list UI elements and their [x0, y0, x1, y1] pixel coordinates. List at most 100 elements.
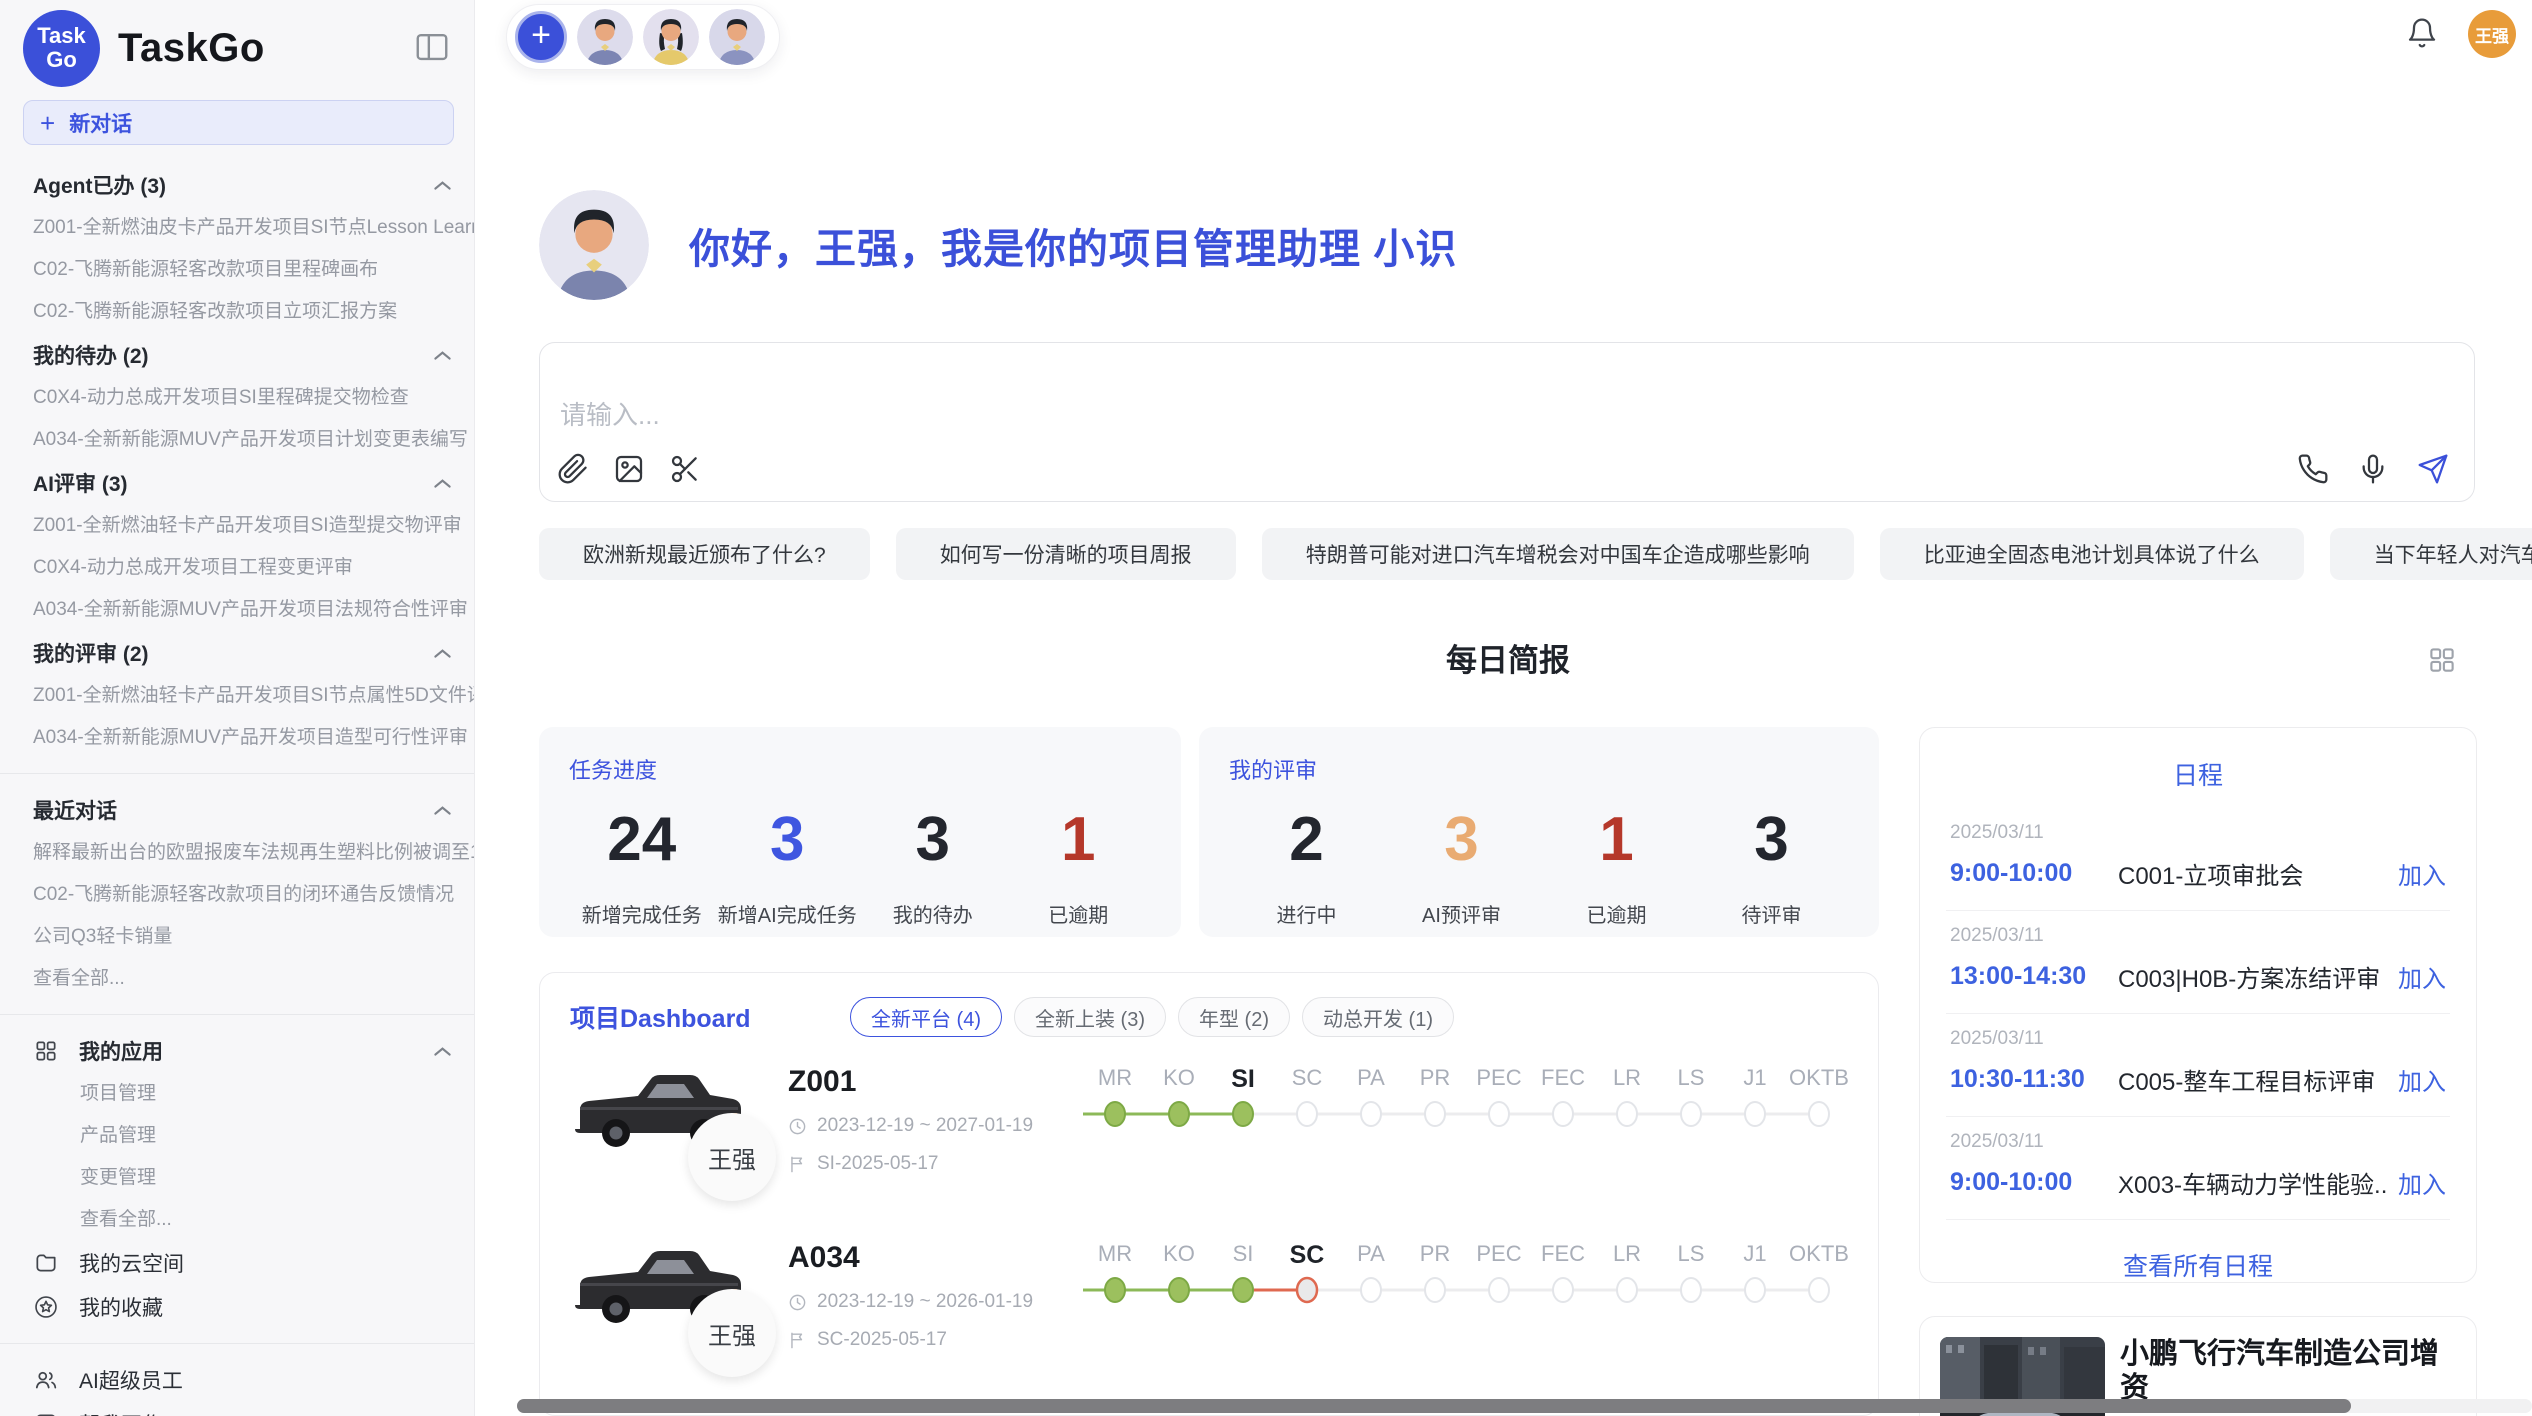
sidebar-item[interactable]: Z001-全新燃油轻卡产品开发项目SI造型提交物评审 — [0, 505, 474, 547]
sidebar-item[interactable]: 项目管理 — [0, 1073, 474, 1115]
sidebar-collapse-button[interactable] — [410, 26, 454, 70]
insert-image-button[interactable] — [612, 453, 646, 487]
project-media: 王强 — [570, 1063, 788, 1213]
sidebar-item[interactable]: 查看全部... — [0, 958, 474, 1000]
microphone-button[interactable] — [2356, 453, 2390, 487]
sidebar-item[interactable]: C02-飞腾新能源轻客改款项目立项汇报方案 — [0, 291, 474, 333]
sidebar-item[interactable]: A034-全新新能源MUV产品开发项目计划变更表编写 — [0, 419, 474, 461]
dashboard-filter-pill[interactable]: 全新平台 (4) — [850, 997, 1002, 1037]
message-input[interactable] — [558, 399, 2162, 432]
sidebar-item[interactable]: 查看全部... — [0, 1199, 474, 1241]
mic-icon — [2357, 453, 2389, 485]
milestone-label: PEC — [1467, 1065, 1531, 1094]
suggestion-chip[interactable]: 特朗普可能对进口汽车增税会对中国车企造成哪些影响 — [1262, 528, 1854, 580]
sidebar-item[interactable]: C02-飞腾新能源轻客改款项目里程碑画布 — [0, 249, 474, 291]
chevron-up-icon — [433, 804, 452, 816]
milestone-label: PA — [1339, 1065, 1403, 1094]
schedule-row: 10:30-11:30C005-整车工程目标评审加入 — [1950, 1062, 2446, 1097]
dashboard-filter-pill[interactable]: 年型 (2) — [1178, 997, 1290, 1037]
sidebar-section-header[interactable]: 我的待办 (2) — [0, 333, 474, 377]
milestone-label: LS — [1659, 1241, 1723, 1270]
send-button[interactable] — [2416, 453, 2450, 487]
sidebar-item[interactable]: 产品管理 — [0, 1115, 474, 1157]
brief-layout-button[interactable] — [2425, 644, 2459, 678]
clock-icon — [788, 1117, 807, 1136]
attach-file-button[interactable] — [556, 453, 590, 487]
scrollbar-thumb[interactable] — [517, 1399, 2351, 1413]
milestone-label: KO — [1147, 1241, 1211, 1270]
sidebar-link-cloud[interactable]: 我的云空间 — [0, 1241, 474, 1285]
schedule-divider — [1946, 1219, 2450, 1220]
sidebar-item[interactable]: A034-全新新能源MUV产品开发项目造型可行性评审 — [0, 717, 474, 759]
sidebar-item[interactable]: 公司Q3轻卡销量 — [0, 916, 474, 958]
sidebar-section-header[interactable]: 我的评审 (2) — [0, 631, 474, 675]
suggestion-chip[interactable]: 当下年轻人对汽车外观有怎样的喜好趋势 — [2330, 528, 2532, 580]
stat-value: 2 — [1229, 805, 1384, 875]
view-all-schedule-link[interactable]: 查看所有日程 — [2117, 1246, 2279, 1284]
stat-value: 3 — [860, 805, 1006, 875]
sidebar-link-label: 我的收藏 — [79, 1292, 163, 1322]
schedule-event-name: C005-整车工程目标评审 — [2118, 1062, 2386, 1097]
milestone-label: J1 — [1723, 1241, 1787, 1270]
sidebar-item[interactable]: Z001-全新燃油轻卡产品开发项目SI节点属性5D文件评审 — [0, 675, 474, 717]
flag-icon — [788, 1155, 807, 1174]
milestone-label: SC — [1275, 1065, 1339, 1094]
dashboard-filter-pill[interactable]: 动总开发 (1) — [1302, 997, 1454, 1037]
sidebar-tool-people[interactable]: AI超级员工 — [0, 1358, 474, 1402]
sidebar-item[interactable]: 变更管理 — [0, 1157, 474, 1199]
sidebar-scroll-area: Agent已办 (3) Z001-全新燃油皮卡产品开发项目SI节点Lesson L… — [0, 155, 474, 1416]
schedule-date: 2025/03/11 — [1950, 925, 2446, 947]
composer-left-tools — [556, 453, 702, 487]
suggestion-chip[interactable]: 比亚迪全固态电池计划具体说了什么 — [1880, 528, 2304, 580]
suggestion-chip[interactable]: 如何写一份清晰的项目周报 — [896, 528, 1236, 580]
sidebar-link-star[interactable]: 我的收藏 — [0, 1285, 474, 1329]
sidebar-section-header[interactable]: Agent已办 (3) — [0, 163, 474, 207]
stat-label: 新增完成任务 — [569, 899, 715, 928]
sidebar-item[interactable]: C0X4-动力总成开发项目工程变更评审 — [0, 547, 474, 589]
sidebar-tool-write[interactable]: 帮我写作 — [0, 1402, 474, 1416]
chevron-up-icon — [433, 349, 452, 361]
sidebar-section-header[interactable]: 我的应用 — [0, 1029, 474, 1073]
sidebar-section-header[interactable]: 最近对话 — [0, 788, 474, 832]
content: 你好，王强，我是你的项目管理助理 小识 — [539, 0, 2477, 1416]
person-illustration — [539, 190, 649, 300]
dashboard-filter-pill[interactable]: 全新上装 (3) — [1014, 997, 1166, 1037]
schedule-item: 2025/03/1113:00-14:30C003|H0B-方案冻结评审加入 — [1920, 911, 2476, 999]
sidebar-section-title: Agent已办 (3) — [33, 170, 433, 200]
suggestion-chip[interactable]: 欧洲新规最近颁布了什么? — [539, 528, 870, 580]
join-meeting-link[interactable]: 加入 — [2398, 959, 2446, 994]
join-meeting-link[interactable]: 加入 — [2398, 1165, 2446, 1200]
schedule-item: 2025/03/119:00-10:00X003-车辆动力学性能验...加入 — [1920, 1117, 2476, 1205]
screenshot-button[interactable] — [668, 453, 702, 487]
schedule-item: 2025/03/11 10:30-11:30C005-整车工程目标评审加入 — [1920, 1014, 2476, 1102]
brief-card-stats: 24新增完成任务3新增AI完成任务3我的待办1已逾期 — [569, 805, 1151, 928]
milestone-label: OKTB — [1787, 1241, 1851, 1270]
project-dates-text: 2023-12-19 ~ 2027-01-19 — [817, 1115, 1033, 1137]
assistant-avatar — [539, 190, 649, 300]
stat-value: 3 — [715, 805, 861, 875]
milestone-label: FEC — [1531, 1241, 1595, 1270]
join-meeting-link[interactable]: 加入 — [2398, 856, 2446, 891]
sidebar-item[interactable]: A034-全新新能源MUV产品开发项目法规符合性评审 — [0, 589, 474, 631]
sidebar-item[interactable]: C0X4-动力总成开发项目SI里程碑提交物检查 — [0, 377, 474, 419]
join-meeting-link[interactable]: 加入 — [2398, 1062, 2446, 1097]
new-chat-button[interactable]: + 新对话 — [23, 100, 454, 145]
project-dates-text: 2023-12-19 ~ 2026-01-19 — [817, 1291, 1033, 1313]
schedule-time: 13:00-14:30 — [1950, 962, 2118, 991]
milestone-track — [1083, 1100, 1851, 1130]
sidebar-item[interactable]: C02-飞腾新能源轻客改款项目的闭环通告反馈情况 — [0, 874, 474, 916]
voice-call-button[interactable] — [2296, 453, 2330, 487]
schedule-date: 2025/03/11 — [1950, 1028, 2446, 1050]
sidebar-section-header[interactable]: AI评审 (3) — [0, 461, 474, 505]
brief-card: 我的评审2进行中3AI预评审1已逾期3待评审 — [1199, 727, 1879, 937]
project-flag: SC-2025-05-17 — [788, 1329, 1083, 1351]
clock-icon — [788, 1293, 807, 1312]
sidebar-item[interactable]: 解释最新出台的欧盟报废车法规再生塑料比例被调至15%... — [0, 832, 474, 874]
project-owner-badge: 王强 — [688, 1113, 776, 1201]
panel-collapse-icon — [413, 28, 451, 66]
schedule-item: 2025/03/119:00-10:00C001-立项审批会加入 — [1920, 808, 2476, 896]
stat: 24新增完成任务 — [569, 805, 715, 928]
milestone-label: J1 — [1723, 1065, 1787, 1094]
sidebar-item[interactable]: Z001-全新燃油皮卡产品开发项目SI节点Lesson Learn报告 — [0, 207, 474, 249]
scissors-icon — [669, 453, 701, 485]
